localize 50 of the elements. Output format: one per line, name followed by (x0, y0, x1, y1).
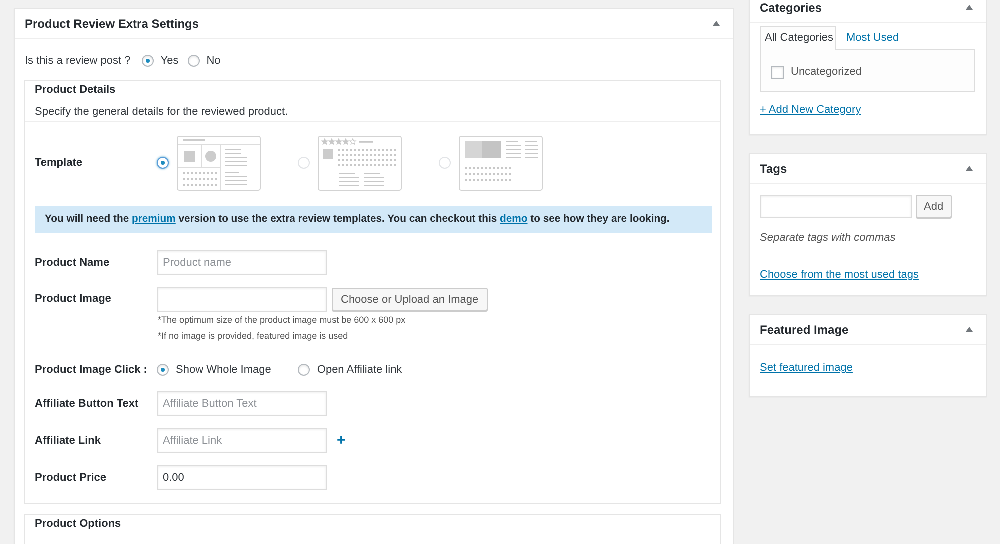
add-button[interactable]: + (335, 433, 348, 448)
panel-title: Featured Image (760, 322, 850, 336)
category-tab[interactable]: All Categories (760, 26, 836, 50)
caret-up-icon[interactable] (713, 21, 720, 26)
caret-up-icon[interactable] (966, 327, 973, 332)
inline-link[interactable]: premium (132, 214, 176, 225)
field-label: Product Price (35, 472, 108, 484)
tag-input[interactable] (760, 195, 912, 218)
most-used-tags-link[interactable]: Choose from the most used tags (760, 267, 919, 283)
field-label: Product Image (35, 292, 112, 307)
section-title: Product Options (34, 517, 122, 532)
field-label: Product Image Click : (35, 364, 148, 376)
text-input[interactable]: Product name (157, 250, 327, 275)
radio-label[interactable]: Show Whole Image (176, 364, 272, 376)
premium-notice: You will need the premium version to use the extra review templates. You can checkout this demo to see how they are looking. (35, 206, 712, 233)
inline-link[interactable]: demo (500, 214, 528, 225)
section-description: Specify the general details for the reviewed product. (25, 103, 720, 122)
checkbox[interactable] (771, 66, 784, 78)
radio-button[interactable] (298, 364, 310, 376)
upload-button[interactable]: Choose or Upload an Image (332, 288, 488, 311)
panel-title: Product Review Extra Settings (25, 16, 200, 30)
hint-text: Separate tags with commas (760, 231, 897, 246)
panel-title: Categories (760, 0, 824, 14)
text-input[interactable]: 0.00 (157, 465, 327, 490)
field-label: Template (35, 157, 84, 169)
hint-text: *If no image is provided, featured image is used (157, 330, 350, 343)
field-label: Affiliate Button Text (35, 398, 140, 410)
field-label: Product Name (35, 256, 111, 268)
caret-up-icon[interactable] (966, 5, 973, 10)
question-label: Is this a review post ? (25, 55, 131, 67)
radio-button[interactable] (188, 55, 200, 67)
radio-label[interactable]: Open Affiliate link (317, 364, 402, 376)
add-category-link[interactable]: + Add New Category (760, 102, 862, 118)
panel-title: Tags (760, 162, 788, 176)
text-input[interactable]: Affiliate Link (157, 428, 327, 453)
caret-up-icon[interactable] (966, 166, 973, 171)
category-label[interactable]: Uncategorized (791, 66, 862, 78)
hint-text: *The optimum size of the product image must be 600 x 600 px (157, 314, 407, 327)
set-featured-image-link[interactable]: Set featured image (760, 360, 853, 376)
radio-button[interactable] (142, 55, 154, 67)
category-tab[interactable]: Most Used (841, 26, 902, 49)
radio-button[interactable] (157, 364, 169, 376)
radio-label[interactable]: Yes (160, 55, 179, 67)
radio-button[interactable] (157, 157, 169, 169)
field-label: Affiliate Link (35, 434, 102, 446)
image-url-input[interactable] (157, 287, 327, 312)
section-title: Product Details (34, 83, 117, 98)
add-button[interactable]: Add (916, 195, 952, 218)
text-input[interactable]: Affiliate Button Text (157, 391, 327, 416)
radio-label[interactable]: No (206, 55, 221, 67)
